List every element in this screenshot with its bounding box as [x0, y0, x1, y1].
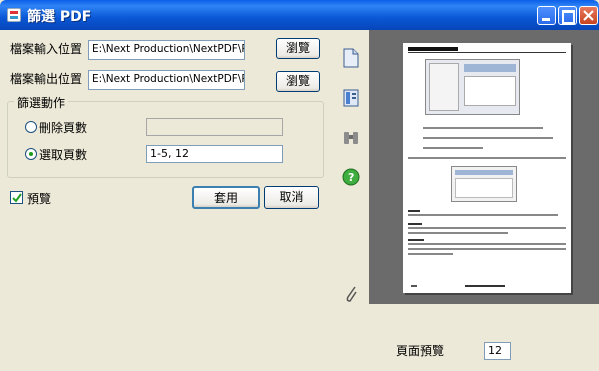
minimize-button[interactable] [537, 6, 556, 25]
select-pages-field[interactable]: 1-5, 12 [146, 145, 283, 163]
filter-action-group [7, 101, 324, 178]
checkmark-icon [12, 193, 22, 203]
maximize-button[interactable] [558, 6, 577, 25]
app-icon [7, 8, 21, 22]
close-button[interactable] [579, 6, 598, 25]
window-title: 篩選 PDF [27, 9, 92, 25]
page-number-field[interactable]: 12 [484, 342, 511, 360]
attachment-icon[interactable] [343, 284, 361, 304]
output-location-label: 檔案輸出位置 [10, 72, 83, 86]
document-icon[interactable] [342, 48, 360, 68]
input-browse-button[interactable]: 瀏覽 [276, 38, 320, 59]
bookmark-icon[interactable] [342, 88, 360, 108]
binoculars-icon[interactable] [342, 128, 360, 148]
preview-label: 預覽 [27, 192, 52, 206]
page-preview-footer [331, 304, 599, 371]
delete-pages-radio[interactable] [25, 121, 37, 133]
select-pages-radio[interactable] [25, 148, 37, 160]
title-bar: 篩選 PDF [0, 0, 599, 30]
preview-checkbox[interactable] [10, 191, 23, 204]
delete-pages-field[interactable] [146, 118, 283, 136]
preview-toolstrip: ? [331, 30, 369, 304]
cancel-button[interactable]: 取消 [264, 186, 319, 209]
help-icon[interactable]: ? [342, 167, 360, 187]
delete-pages-label: 刪除頁數 [39, 121, 88, 135]
page-preview-label: 頁面預覽 [396, 344, 445, 358]
apply-button[interactable]: 套用 [192, 186, 260, 209]
svg-text:?: ? [348, 171, 354, 184]
output-path-field[interactable]: E:\Next Production\NextPDF\PDFv3_on\M [88, 70, 245, 90]
output-browse-button[interactable]: 瀏覽 [276, 71, 320, 92]
preview-page [403, 43, 571, 293]
close-icon [583, 10, 594, 21]
filter-action-group-label: 篩選動作 [14, 94, 69, 111]
input-location-label: 檔案輸入位置 [10, 42, 83, 56]
input-path-field[interactable]: E:\Next Production\NextPDF\PDFv3_on\M [88, 40, 245, 60]
select-pages-label: 選取頁數 [39, 148, 88, 162]
